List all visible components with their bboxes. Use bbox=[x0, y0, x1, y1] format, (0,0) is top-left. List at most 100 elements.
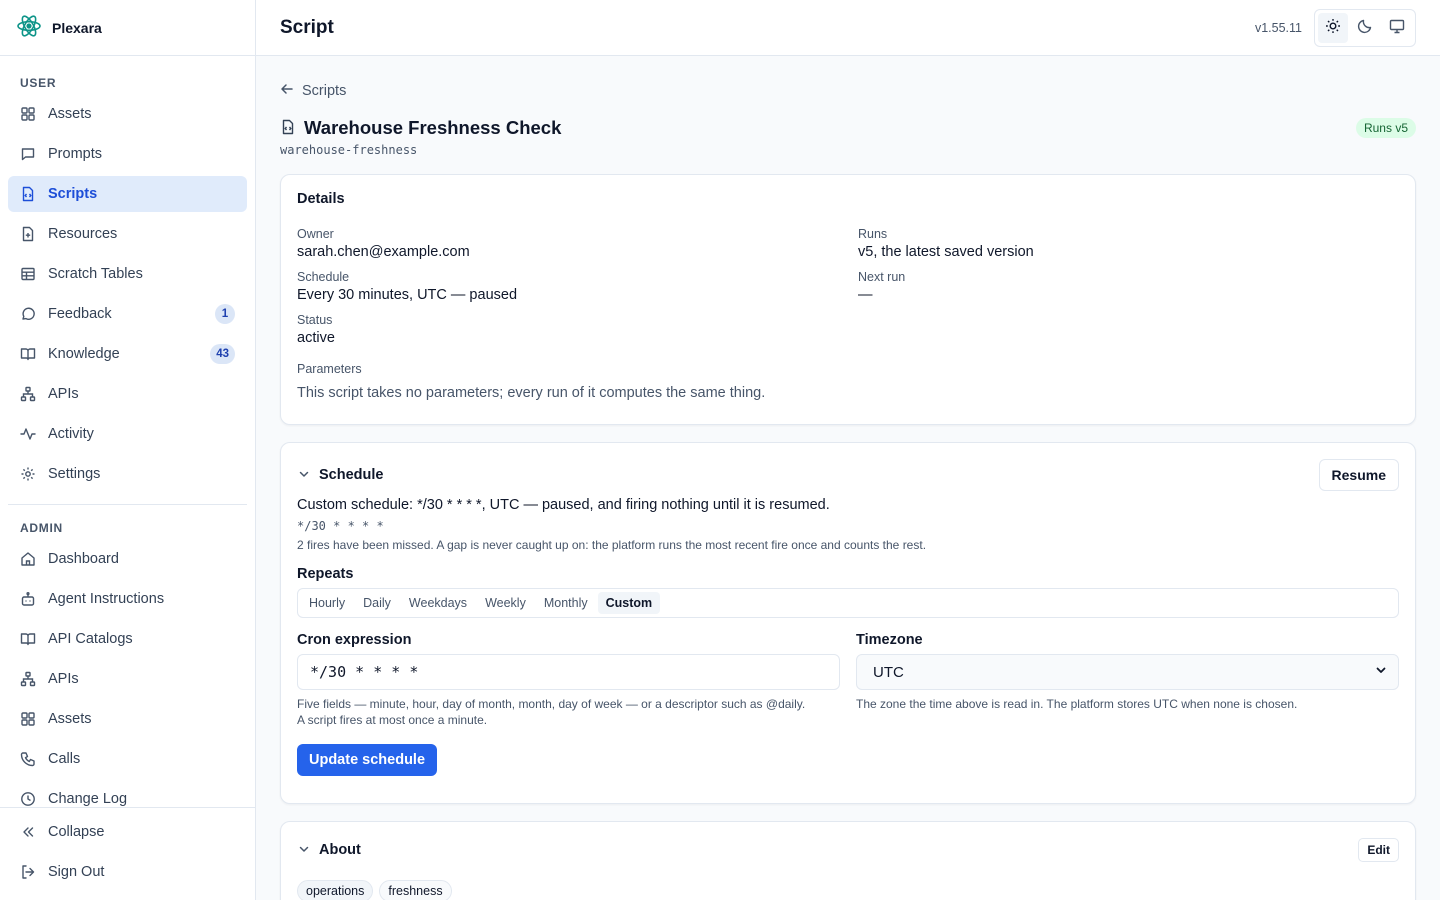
schedule-header[interactable]: Schedule Resume bbox=[297, 459, 1399, 491]
sidebar-item-prompts[interactable]: Prompts bbox=[8, 136, 247, 172]
sidebar-item-agent-instructions[interactable]: Agent Instructions bbox=[8, 581, 247, 617]
resume-button[interactable]: Resume bbox=[1318, 459, 1399, 491]
sun-icon bbox=[1325, 18, 1341, 37]
timezone-hint: The zone the time above is read in. The … bbox=[856, 697, 1298, 711]
home-icon bbox=[20, 551, 36, 567]
status-value: active bbox=[297, 330, 335, 346]
sidebar-nav: USER Assets Prompts Scripts Resources Sc… bbox=[0, 56, 255, 807]
sidebar-item-label: APIs bbox=[48, 386, 79, 402]
status-field: Status active bbox=[297, 313, 838, 346]
brand-name: Plexara bbox=[52, 19, 102, 36]
file-plus-icon bbox=[20, 226, 36, 242]
sidebar-item-admin-apis[interactable]: APIs bbox=[8, 661, 247, 697]
sidebar-item-api-catalogs[interactable]: API Catalogs bbox=[8, 621, 247, 657]
tab-weekly[interactable]: Weekly bbox=[477, 592, 534, 614]
moon-icon bbox=[1357, 18, 1373, 37]
update-schedule-button[interactable]: Update schedule bbox=[297, 744, 438, 776]
cron-expression-input[interactable]: */30 * * * * bbox=[297, 654, 840, 690]
message-circle-icon bbox=[20, 306, 36, 322]
sign-out-label: Sign Out bbox=[48, 864, 105, 880]
sidebar-footer: Collapse Sign Out bbox=[0, 807, 255, 900]
page-title: Script bbox=[280, 16, 334, 38]
chevron-down-icon bbox=[1374, 663, 1388, 681]
grid-icon bbox=[20, 106, 36, 122]
sign-out-button[interactable]: Sign Out bbox=[8, 854, 247, 890]
parameters-field: Parameters This script takes no paramete… bbox=[297, 362, 1399, 401]
brand[interactable]: Plexara bbox=[0, 0, 255, 56]
sidebar-item-label: Prompts bbox=[48, 146, 102, 162]
phone-icon bbox=[20, 751, 36, 767]
tab-weekdays[interactable]: Weekdays bbox=[401, 592, 475, 614]
tab-hourly[interactable]: Hourly bbox=[301, 592, 353, 614]
back-to-scripts-link[interactable]: Scripts bbox=[280, 81, 1416, 101]
dark-theme-button[interactable] bbox=[1350, 13, 1380, 43]
sidebar-item-label: Agent Instructions bbox=[48, 591, 165, 607]
atom-logo-icon bbox=[16, 13, 42, 42]
sidebar: Plexara USER Assets Prompts Scripts Reso… bbox=[0, 0, 256, 900]
about-header[interactable]: About Edit bbox=[297, 838, 1399, 862]
sidebar-item-label: Calls bbox=[48, 751, 81, 767]
sidebar-item-resources[interactable]: Resources bbox=[8, 216, 247, 252]
sidebar-item-change-log[interactable]: Change Log bbox=[8, 781, 247, 807]
sidebar-item-label: API Catalogs bbox=[48, 631, 133, 647]
cron-hint: Five fields — minute, hour, day of month… bbox=[297, 696, 840, 728]
light-theme-button[interactable] bbox=[1318, 12, 1348, 43]
schedule-title: Schedule bbox=[319, 467, 384, 483]
repeat-tabs: Hourly Daily Weekdays Weekly Monthly Cus… bbox=[297, 588, 1399, 618]
activity-icon bbox=[20, 426, 36, 442]
table-icon bbox=[20, 266, 36, 282]
user-section-label: USER bbox=[20, 76, 57, 90]
sidebar-item-calls[interactable]: Calls bbox=[8, 741, 247, 777]
schedule-label: Schedule bbox=[297, 270, 350, 284]
sidebar-item-activity[interactable]: Activity bbox=[8, 416, 247, 452]
sidebar-item-label: Scripts bbox=[48, 186, 98, 202]
about-card: About Edit operations freshness bbox=[280, 821, 1416, 900]
timezone-select[interactable]: UTC bbox=[856, 654, 1399, 690]
schedule-field: Schedule Every 30 minutes, UTC — paused bbox=[297, 270, 838, 303]
sidebar-item-label: Assets bbox=[48, 106, 92, 122]
system-theme-button[interactable] bbox=[1382, 13, 1412, 43]
sidebar-item-label: Resources bbox=[48, 226, 118, 242]
details-card: Details Owner sarah.chen@example.com Run… bbox=[280, 174, 1416, 425]
sidebar-item-knowledge[interactable]: Knowledge 43 bbox=[8, 336, 247, 372]
sidebar-item-feedback[interactable]: Feedback 1 bbox=[8, 296, 247, 332]
repeats-label: Repeats bbox=[297, 566, 354, 582]
book-open-icon bbox=[20, 346, 36, 362]
sidebar-item-scratch-tables[interactable]: Scratch Tables bbox=[8, 256, 247, 292]
timezone-label: Timezone bbox=[856, 632, 923, 648]
sidebar-item-label: Knowledge bbox=[48, 346, 120, 362]
missed-fires-note: 2 fires have been missed. A gap is never… bbox=[297, 538, 927, 552]
edit-button[interactable]: Edit bbox=[1358, 838, 1399, 862]
sidebar-item-settings[interactable]: Settings bbox=[8, 456, 247, 492]
cron-timezone-row: Cron expression */30 * * * * Five fields… bbox=[297, 618, 1399, 728]
status-label: Status bbox=[297, 313, 333, 327]
network-icon bbox=[20, 671, 36, 687]
sidebar-item-assets[interactable]: Assets bbox=[8, 96, 247, 132]
book-open-icon bbox=[20, 631, 36, 647]
admin-section-label: ADMIN bbox=[20, 521, 63, 535]
next-run-field: Next run — bbox=[858, 270, 1399, 303]
sidebar-item-dashboard[interactable]: Dashboard bbox=[8, 541, 247, 577]
owner-value: sarah.chen@example.com bbox=[297, 244, 470, 260]
version-label: v1.55.11 bbox=[1254, 20, 1302, 35]
next-run-label: Next run bbox=[858, 270, 906, 284]
grid-icon bbox=[20, 711, 36, 727]
tab-daily[interactable]: Daily bbox=[355, 592, 399, 614]
tab-monthly[interactable]: Monthly bbox=[536, 592, 596, 614]
schedule-description: Custom schedule: */30 * * * *, UTC — pau… bbox=[297, 497, 830, 513]
sidebar-item-admin-assets[interactable]: Assets bbox=[8, 701, 247, 737]
collapse-button[interactable]: Collapse bbox=[8, 814, 247, 850]
owner-field: Owner sarah.chen@example.com bbox=[297, 227, 838, 260]
tag: operations bbox=[297, 880, 374, 900]
cron-expression-label: Cron expression bbox=[297, 632, 412, 648]
sidebar-item-scripts[interactable]: Scripts bbox=[8, 176, 247, 212]
monitor-icon bbox=[1389, 18, 1405, 37]
tab-custom[interactable]: Custom bbox=[597, 592, 661, 614]
sidebar-item-apis[interactable]: APIs bbox=[8, 376, 247, 412]
gear-icon bbox=[20, 466, 36, 482]
sidebar-item-label: Settings bbox=[48, 466, 101, 482]
sidebar-item-label: Change Log bbox=[48, 791, 128, 807]
message-square-icon bbox=[20, 146, 36, 162]
knowledge-count-badge: 43 bbox=[210, 344, 235, 364]
timezone-column: Timezone UTC The zone the time above is … bbox=[856, 618, 1399, 728]
